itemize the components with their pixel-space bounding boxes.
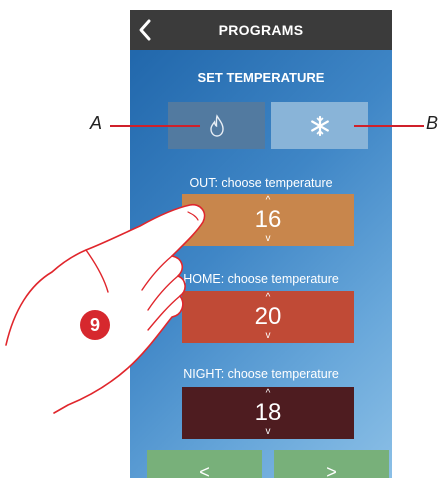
step-badge: 9 [80, 310, 110, 340]
hand-illustration [5, 203, 206, 414]
